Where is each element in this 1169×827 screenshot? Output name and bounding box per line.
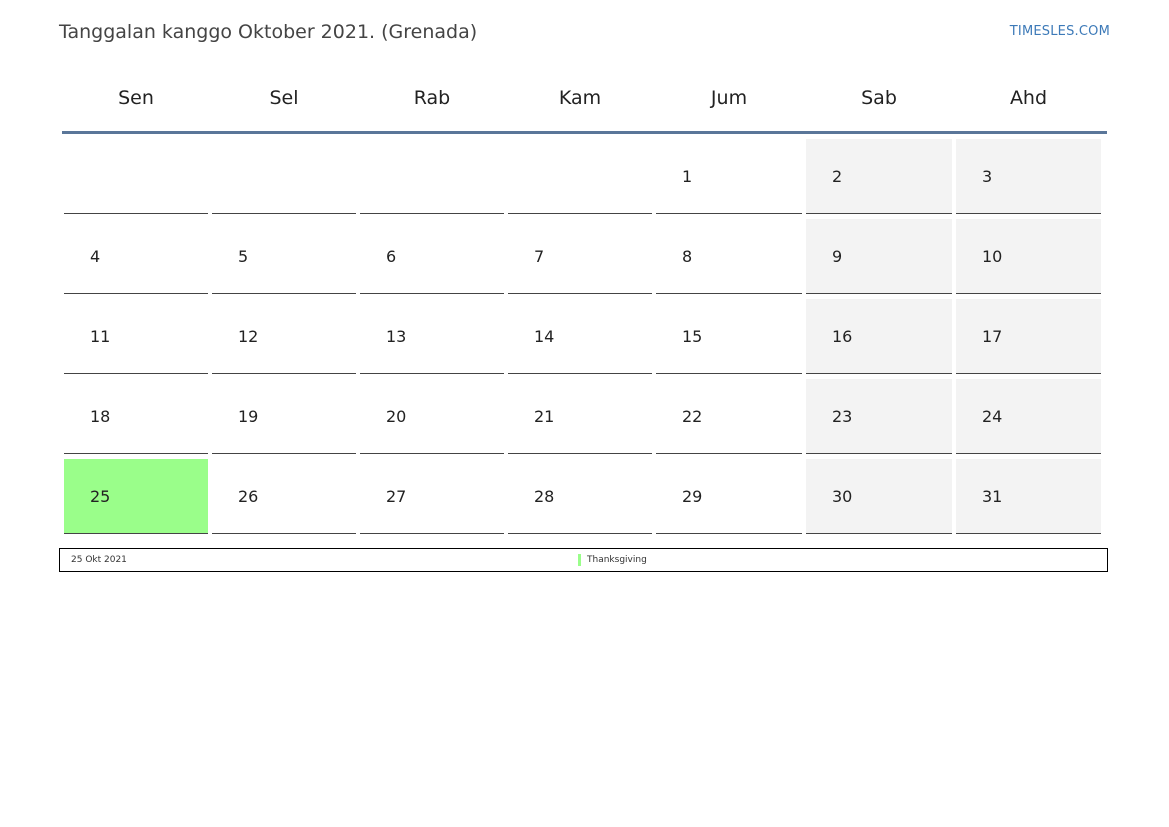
holiday-legend: 25 Okt 2021 Thanksgiving bbox=[59, 548, 1108, 572]
day-number: 12 bbox=[238, 327, 259, 346]
day-number: 21 bbox=[534, 407, 555, 426]
day-cell: 3 bbox=[956, 139, 1101, 214]
day-number: 27 bbox=[386, 487, 407, 506]
weekday-mon: Sen bbox=[118, 87, 154, 109]
calendar-week-row: 4 5 6 7 8 9 10 bbox=[62, 214, 1107, 294]
day-number: 25 bbox=[90, 487, 111, 506]
day-cell: 4 bbox=[64, 219, 208, 294]
day-cell: 29 bbox=[656, 459, 802, 534]
calendar-week-row: 11 12 13 14 15 16 17 bbox=[62, 294, 1107, 374]
day-cell: 10 bbox=[956, 219, 1101, 294]
day-cell: 11 bbox=[64, 299, 208, 374]
day-cell: 27 bbox=[360, 459, 504, 534]
weekday-wed: Rab bbox=[413, 87, 451, 109]
day-number: 15 bbox=[682, 327, 703, 346]
day-number: 11 bbox=[90, 327, 111, 346]
day-cell: 13 bbox=[360, 299, 504, 374]
day-number: 23 bbox=[832, 407, 853, 426]
day-cell: 14 bbox=[508, 299, 652, 374]
calendar-weeks: 1 2 3 4 5 6 7 8 9 10 11 12 13 14 15 16 17 18 19 20 21 22 23 24 2… bbox=[62, 134, 1107, 534]
weekday-sat: Sab bbox=[861, 87, 897, 109]
day-number: 4 bbox=[90, 247, 101, 266]
legend-date: 25 Okt 2021 bbox=[71, 555, 127, 565]
day-number: 22 bbox=[682, 407, 703, 426]
day-number: 2 bbox=[832, 167, 843, 186]
day-number: 13 bbox=[386, 327, 407, 346]
day-number: 29 bbox=[682, 487, 703, 506]
calendar-week-row: 25 26 27 28 29 30 31 bbox=[62, 454, 1107, 534]
day-cell: 5 bbox=[212, 219, 356, 294]
day-number: 8 bbox=[682, 247, 693, 266]
day-number: 31 bbox=[982, 487, 1003, 506]
day-cell: 6 bbox=[360, 219, 504, 294]
day-cell: 12 bbox=[212, 299, 356, 374]
day-cell: 30 bbox=[806, 459, 952, 534]
calendar-week-row: 18 19 20 21 22 23 24 bbox=[62, 374, 1107, 454]
legend-color-marker bbox=[578, 554, 581, 566]
day-number: 9 bbox=[832, 247, 843, 266]
calendar-grid: Sen Sel Rab Kam Jum Sab Ahd 1 2 3 4 5 6 7 8 9 10 1… bbox=[62, 76, 1107, 534]
day-number: 24 bbox=[982, 407, 1003, 426]
day-number: 18 bbox=[90, 407, 111, 426]
day-cell: 22 bbox=[656, 379, 802, 454]
brand-link[interactable]: TIMESLES.COM bbox=[1010, 24, 1110, 39]
day-cell: 15 bbox=[656, 299, 802, 374]
empty-day-cell bbox=[212, 139, 356, 214]
empty-day-cell bbox=[64, 139, 208, 214]
day-number: 20 bbox=[386, 407, 407, 426]
day-cell: 24 bbox=[956, 379, 1101, 454]
day-cell: 2 bbox=[806, 139, 952, 214]
day-number: 3 bbox=[982, 167, 993, 186]
day-cell: 19 bbox=[212, 379, 356, 454]
day-number: 28 bbox=[534, 487, 555, 506]
empty-day-cell bbox=[508, 139, 652, 214]
day-number: 6 bbox=[386, 247, 397, 266]
weekday-sun: Ahd bbox=[1009, 87, 1048, 109]
day-cell: 9 bbox=[806, 219, 952, 294]
day-cell: 25 bbox=[64, 459, 208, 534]
day-cell: 18 bbox=[64, 379, 208, 454]
day-cell: 23 bbox=[806, 379, 952, 454]
day-number: 7 bbox=[534, 247, 545, 266]
legend-holiday-name: Thanksgiving bbox=[587, 555, 647, 565]
day-cell: 17 bbox=[956, 299, 1101, 374]
day-number: 16 bbox=[832, 327, 853, 346]
day-number: 19 bbox=[238, 407, 259, 426]
day-cell: 20 bbox=[360, 379, 504, 454]
day-cell: 31 bbox=[956, 459, 1101, 534]
day-number: 17 bbox=[982, 327, 1003, 346]
day-number: 14 bbox=[534, 327, 555, 346]
day-number: 26 bbox=[238, 487, 259, 506]
day-cell: 8 bbox=[656, 219, 802, 294]
day-number: 30 bbox=[832, 487, 853, 506]
day-cell: 26 bbox=[212, 459, 356, 534]
calendar-week-row: 1 2 3 bbox=[62, 134, 1107, 214]
weekday-thu: Kam bbox=[558, 87, 602, 109]
day-number: 5 bbox=[238, 247, 249, 266]
day-cell: 16 bbox=[806, 299, 952, 374]
day-number: 1 bbox=[682, 167, 693, 186]
weekday-fri: Jum bbox=[710, 87, 748, 109]
empty-day-cell bbox=[360, 139, 504, 214]
day-cell: 7 bbox=[508, 219, 652, 294]
day-number: 10 bbox=[982, 247, 1003, 266]
day-cell: 21 bbox=[508, 379, 652, 454]
page-title: Tanggalan kanggo Oktober 2021. (Grenada) bbox=[59, 21, 478, 43]
day-cell: 28 bbox=[508, 459, 652, 534]
day-cell: 1 bbox=[656, 139, 802, 214]
weekday-header-row: Sen Sel Rab Kam Jum Sab Ahd bbox=[62, 76, 1107, 134]
weekday-tue: Sel bbox=[269, 87, 299, 109]
